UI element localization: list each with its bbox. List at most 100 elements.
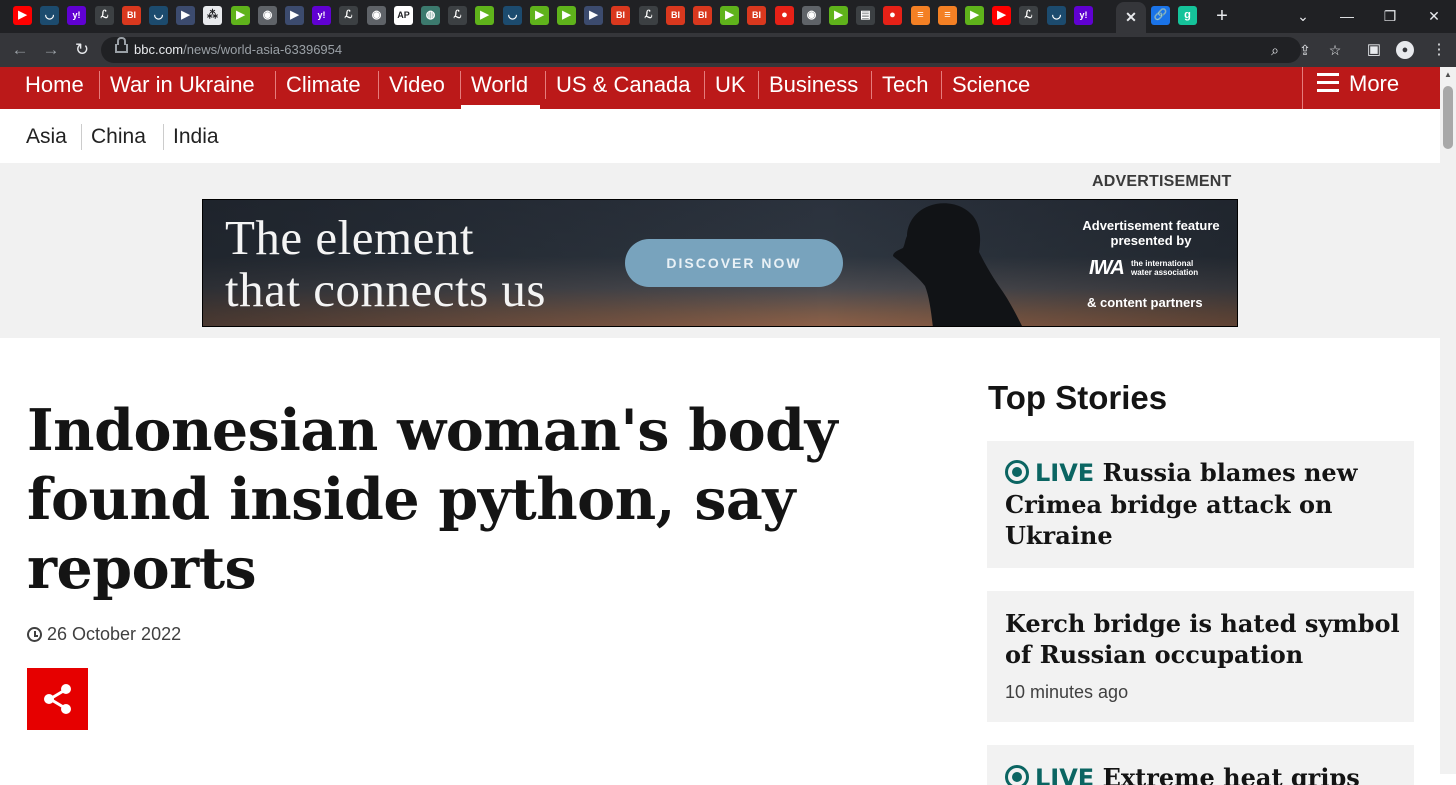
discover-now-button[interactable]: DISCOVER NOW xyxy=(625,239,843,287)
la-times-icon[interactable]: ℒ xyxy=(448,6,467,25)
podcast-red-icon[interactable]: ● xyxy=(775,6,794,25)
share-button[interactable] xyxy=(27,668,88,730)
youtube-icon[interactable]: ▶ xyxy=(13,6,32,25)
new-tab-button[interactable]: + xyxy=(1211,5,1233,27)
share-page-icon[interactable]: ⇪ xyxy=(1295,40,1315,60)
play-green-icon[interactable]: ▶ xyxy=(475,6,494,25)
shield-icon[interactable]: ◡ xyxy=(40,6,59,25)
la-times-icon[interactable]: ℒ xyxy=(639,6,658,25)
top-story-card[interactable]: LIVE Extreme heat grips xyxy=(987,745,1414,785)
ap-icon[interactable]: AP xyxy=(394,6,413,25)
globe-icon[interactable]: ◉ xyxy=(258,6,277,25)
arrow-icon[interactable]: ▶ xyxy=(584,6,603,25)
clock-icon xyxy=(27,627,42,642)
globe-icon[interactable]: ◉ xyxy=(367,6,386,25)
yahoo-icon[interactable]: y! xyxy=(312,6,331,25)
play-green-icon[interactable]: ▶ xyxy=(829,6,848,25)
close-window-icon[interactable]: ✕ xyxy=(1423,6,1445,26)
arrow-icon[interactable]: ▶ xyxy=(285,6,304,25)
business-insider-icon[interactable]: BI xyxy=(666,6,685,25)
advertisement-area: ADVERTISEMENT The element that connects … xyxy=(0,163,1440,338)
nav-divider xyxy=(545,71,546,99)
shield-icon[interactable]: ◡ xyxy=(149,6,168,25)
restore-icon[interactable]: ❐ xyxy=(1379,6,1401,26)
grammarly-icon[interactable]: g xyxy=(1178,6,1197,25)
la-times-icon[interactable]: ℒ xyxy=(1019,6,1038,25)
menu-kebab-icon[interactable]: ⋮ xyxy=(1428,40,1450,60)
url-text[interactable]: bbc.com/news/world-asia-63396954 xyxy=(134,42,342,58)
ad-banner[interactable]: The element that connects us DISCOVER NO… xyxy=(202,199,1238,327)
lock-icon[interactable] xyxy=(115,37,128,53)
nav-divider xyxy=(871,71,872,99)
globe-icon[interactable]: ◉ xyxy=(802,6,821,25)
minimize-icon[interactable]: — xyxy=(1336,6,1358,26)
play-green-icon[interactable]: ▶ xyxy=(231,6,250,25)
bookmark-star-icon[interactable]: ☆ xyxy=(1325,40,1345,60)
yahoo-icon[interactable]: y! xyxy=(67,6,86,25)
youtube-icon[interactable]: ▶ xyxy=(992,6,1011,25)
subnav-item-china[interactable]: China xyxy=(91,123,146,151)
reload-icon[interactable]: ↻ xyxy=(71,40,93,60)
shield-icon[interactable]: ◡ xyxy=(503,6,522,25)
nav-item-video[interactable]: Video xyxy=(389,67,445,109)
ad-headline-line1: The element xyxy=(225,210,475,265)
la-times-icon[interactable]: ℒ xyxy=(95,6,114,25)
business-insider-icon[interactable]: BI xyxy=(611,6,630,25)
back-icon[interactable]: ← xyxy=(9,40,31,60)
nav-item-home[interactable]: Home xyxy=(25,67,84,109)
profile-avatar-icon[interactable]: ● xyxy=(1396,41,1414,59)
stack-orange-icon[interactable]: ≡ xyxy=(911,6,930,25)
address-bar[interactable]: bbc.com/news/world-asia-63396954 ⌕ ⇪ ☆ xyxy=(101,37,1341,63)
content-partners-text: & content partners xyxy=(1087,295,1203,310)
nav-item-war-in-ukraine[interactable]: War in Ukraine xyxy=(110,67,255,109)
nav-item-uk[interactable]: UK xyxy=(715,67,746,109)
play-green-icon[interactable]: ▶ xyxy=(965,6,984,25)
scrollbar-track[interactable] xyxy=(1440,67,1456,774)
nav-divider xyxy=(460,71,461,99)
play-green-icon[interactable]: ▶ xyxy=(720,6,739,25)
nav-item-us-canada[interactable]: US & Canada xyxy=(556,67,691,109)
nav-item-world[interactable]: World xyxy=(460,67,541,109)
article-title: Indonesian woman's body found inside pyt… xyxy=(27,397,838,602)
story-headline[interactable]: LIVE Russia blames new Crimea bridge att… xyxy=(1005,457,1400,551)
live-label: LIVE xyxy=(1035,764,1095,785)
nav-item-business[interactable]: Business xyxy=(769,67,858,109)
nav-divider xyxy=(99,71,100,99)
nav-item-tech[interactable]: Tech xyxy=(882,67,928,109)
business-insider-icon[interactable]: BI xyxy=(747,6,766,25)
business-insider-icon[interactable]: BI xyxy=(693,6,712,25)
nav-item-climate[interactable]: Climate xyxy=(286,67,361,109)
yahoo-icon[interactable]: y! xyxy=(1074,6,1093,25)
forward-icon[interactable]: → xyxy=(40,40,62,60)
active-tab[interactable]: ✕ xyxy=(1116,2,1146,33)
top-story-card[interactable]: LIVE Russia blames new Crimea bridge att… xyxy=(987,441,1414,568)
top-story-card[interactable]: Kerch bridge is hated symbol of Russian … xyxy=(987,591,1414,722)
business-insider-icon[interactable]: BI xyxy=(122,6,141,25)
puzzle-icon[interactable]: ⁂ xyxy=(203,6,222,25)
more-menu-button[interactable]: More xyxy=(1302,67,1441,109)
story-headline[interactable]: Kerch bridge is hated symbol of Russian … xyxy=(1005,608,1400,670)
play-green-icon[interactable]: ▶ xyxy=(557,6,576,25)
zoom-icon[interactable]: ⌕ xyxy=(1265,40,1285,60)
stack-orange-icon[interactable]: ≡ xyxy=(938,6,957,25)
news-icon[interactable]: ▤ xyxy=(856,6,875,25)
article-date: 26 October 2022 xyxy=(27,623,181,645)
starbucks-icon[interactable]: ◍ xyxy=(421,6,440,25)
nav-item-science[interactable]: Science xyxy=(952,67,1030,109)
subnav-item-asia[interactable]: Asia xyxy=(15,123,78,172)
scroll-up-arrow-icon[interactable]: ▲ xyxy=(1440,68,1456,82)
close-tab-icon[interactable]: ✕ xyxy=(1116,8,1146,27)
tab-search-icon[interactable]: ⌄ xyxy=(1292,6,1314,26)
nav-divider xyxy=(941,71,942,99)
live-indicator-icon xyxy=(1005,460,1029,484)
scrollbar-thumb[interactable] xyxy=(1443,86,1453,149)
subnav-item-india[interactable]: India xyxy=(173,123,219,151)
side-panel-icon[interactable]: ▣ xyxy=(1363,40,1385,60)
play-green-icon[interactable]: ▶ xyxy=(530,6,549,25)
shield-icon[interactable]: ◡ xyxy=(1047,6,1066,25)
arrow-icon[interactable]: ▶ xyxy=(176,6,195,25)
nav-divider xyxy=(758,71,759,99)
podcast-red-icon[interactable]: ● xyxy=(883,6,902,25)
la-times-icon[interactable]: ℒ xyxy=(339,6,358,25)
link-icon[interactable]: 🔗 xyxy=(1151,6,1170,25)
